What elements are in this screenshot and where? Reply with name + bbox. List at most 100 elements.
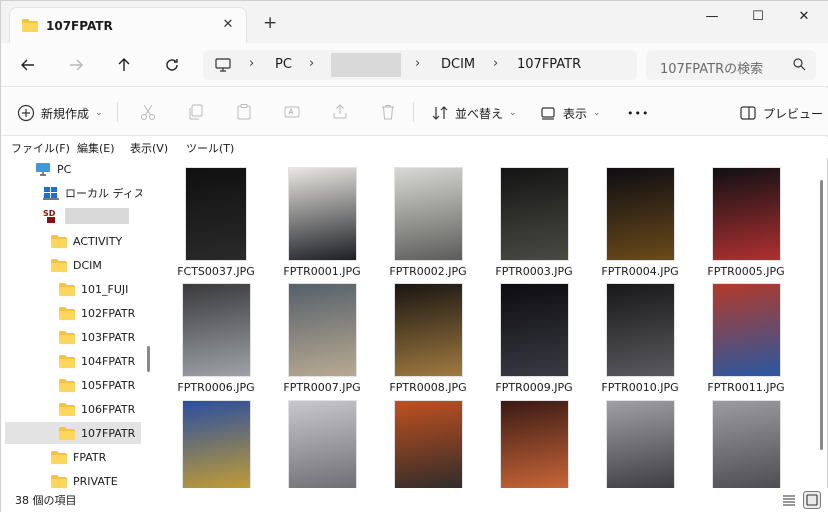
file-item[interactable]: FPTR0007.JPG (272, 284, 372, 394)
menu-file[interactable]: ファイル(F) (11, 140, 70, 156)
nav-label: 104FPATR (81, 354, 136, 368)
tab-107fpatr[interactable]: 107FPATR ✕ (9, 7, 247, 43)
photo-thumbnail (288, 284, 356, 376)
cut-icon[interactable] (139, 103, 157, 121)
tab-title: 107FPATR (46, 19, 113, 33)
minimize-button[interactable]: — (689, 7, 735, 27)
photo-thumbnail (606, 401, 674, 488)
up-button[interactable] (111, 53, 137, 77)
nav-item-104fpatr[interactable]: 104FPATR (59, 350, 135, 372)
file-name: FPTR0003.JPG (495, 265, 573, 278)
nav-scrollbar[interactable] (143, 158, 155, 488)
file-item[interactable]: FCTS0037.JPG (166, 168, 266, 278)
file-item[interactable] (378, 401, 478, 488)
file-item[interactable]: FPTR0010.JPG (590, 284, 690, 394)
file-item[interactable]: FPTR0011.JPG (696, 284, 796, 394)
nav-item-103fpatr[interactable]: 103FPATR (59, 326, 135, 348)
nav-item-sd-card[interactable]: SD (43, 205, 129, 227)
file-item[interactable]: FPTR0006.JPG (166, 284, 266, 394)
file-item[interactable] (590, 401, 690, 488)
file-name: FPTR0006.JPG (177, 381, 255, 394)
new-button-label: 新規作成 (41, 106, 90, 121)
menu-tools[interactable]: ツール(T) (186, 140, 234, 156)
file-name: FPTR0011.JPG (707, 381, 785, 394)
scrollbar-thumb[interactable] (147, 346, 150, 372)
thumbnail-view-button[interactable] (803, 491, 821, 509)
forward-button[interactable] (63, 53, 89, 77)
sd-card-icon: SD (43, 209, 56, 223)
back-button[interactable] (15, 53, 41, 77)
nav-item-107fpatr[interactable]: 107FPATR (5, 422, 141, 444)
tab-close-button[interactable]: ✕ (220, 17, 236, 33)
nav-label: ACTIVITY (73, 234, 123, 248)
photo-thumbnail (712, 168, 780, 260)
chevron-down-icon: ⌄ (509, 108, 517, 118)
status-bar: 38 個の項目 (1, 488, 828, 512)
file-grid: FCTS0037.JPG FPTR0001.JPG FPTR0002.JPG FPTR… (156, 158, 816, 488)
nav-item-activity[interactable]: ACTIVITY (51, 230, 122, 252)
nav-item-102fpatr[interactable]: 102FPATR (59, 302, 135, 324)
breadcrumb-current[interactable]: 107FPATR (517, 57, 581, 72)
close-window-button[interactable]: ✕ (781, 7, 827, 27)
more-options-button[interactable]: ••• (627, 102, 649, 124)
share-icon[interactable] (331, 103, 349, 121)
file-item[interactable] (166, 401, 266, 488)
item-count: 38 個の項目 (15, 494, 77, 507)
folder-icon (51, 474, 67, 488)
preview-pane-button[interactable]: プレビュー (739, 102, 823, 124)
chevron-down-icon: ⌄ (95, 108, 103, 118)
nav-label: 106FPATR (81, 402, 136, 416)
breadcrumb[interactable]: › PC › › DCIM › 107FPATR (203, 50, 637, 80)
file-item[interactable] (272, 401, 372, 488)
menu-view[interactable]: 表示(V) (130, 140, 168, 156)
delete-icon[interactable] (379, 103, 397, 121)
nav-label: DCIM (73, 258, 102, 272)
menu-edit[interactable]: 編集(E) (77, 140, 115, 156)
photo-thumbnail (712, 401, 780, 488)
nav-item-105fpatr[interactable]: 105FPATR (59, 374, 135, 396)
file-item[interactable] (484, 401, 584, 488)
breadcrumb-pc[interactable]: PC (275, 57, 292, 72)
nav-label: 107FPATR (81, 426, 136, 440)
sort-button-label: 並べ替え (455, 106, 504, 121)
search-box[interactable]: 107FPATRの検索 (646, 50, 816, 80)
file-item[interactable]: FPTR0003.JPG (484, 168, 584, 278)
file-item[interactable]: FPTR0004.JPG (590, 168, 690, 278)
nav-item-local-disk[interactable]: ローカル ディスク (43, 182, 142, 204)
nav-item-private[interactable]: PRIVATE (51, 470, 118, 488)
nav-item-pc[interactable]: PC (35, 158, 71, 180)
photo-thumbnail (394, 284, 462, 376)
chevron-right-icon: › (415, 56, 421, 71)
photo-thumbnail (288, 168, 356, 260)
rename-icon[interactable] (283, 103, 301, 121)
breadcrumb-dcim[interactable]: DCIM (441, 57, 475, 72)
folder-icon (22, 19, 38, 32)
file-item[interactable]: FPTR0005.JPG (696, 168, 796, 278)
new-button[interactable]: 新規作成 ⌄ (17, 102, 103, 124)
photo-thumbnail (712, 284, 780, 376)
paste-icon[interactable] (235, 103, 253, 121)
new-tab-button[interactable]: + (263, 15, 277, 32)
copy-icon[interactable] (187, 103, 205, 121)
nav-label: 102FPATR (81, 306, 136, 320)
nav-item-106fpatr[interactable]: 106FPATR (59, 398, 135, 420)
nav-item-dcim[interactable]: DCIM (51, 254, 102, 276)
nav-item-101-fuji[interactable]: 101_FUJI (59, 278, 128, 300)
view-button[interactable]: 表示 ⌄ (539, 102, 601, 124)
content-scrollbar[interactable] (816, 158, 828, 488)
nav-label: PC (57, 162, 72, 176)
scrollbar-thumb[interactable] (820, 180, 823, 450)
maximize-button[interactable]: ☐ (735, 7, 781, 27)
nav-label: PRIVATE (73, 474, 118, 488)
search-input[interactable]: 107FPATRの検索 (660, 58, 763, 77)
file-item[interactable]: FPTR0008.JPG (378, 284, 478, 394)
folder-icon (59, 306, 75, 320)
file-item[interactable]: FPTR0002.JPG (378, 168, 478, 278)
refresh-button[interactable] (159, 53, 185, 77)
file-item[interactable]: FPTR0001.JPG (272, 168, 372, 278)
nav-item-fpatr[interactable]: FPATR (51, 446, 106, 468)
file-item[interactable] (696, 401, 796, 488)
sort-button[interactable]: 並べ替え ⌄ (431, 102, 517, 124)
file-item[interactable]: FPTR0009.JPG (484, 284, 584, 394)
details-view-button[interactable] (780, 491, 798, 509)
